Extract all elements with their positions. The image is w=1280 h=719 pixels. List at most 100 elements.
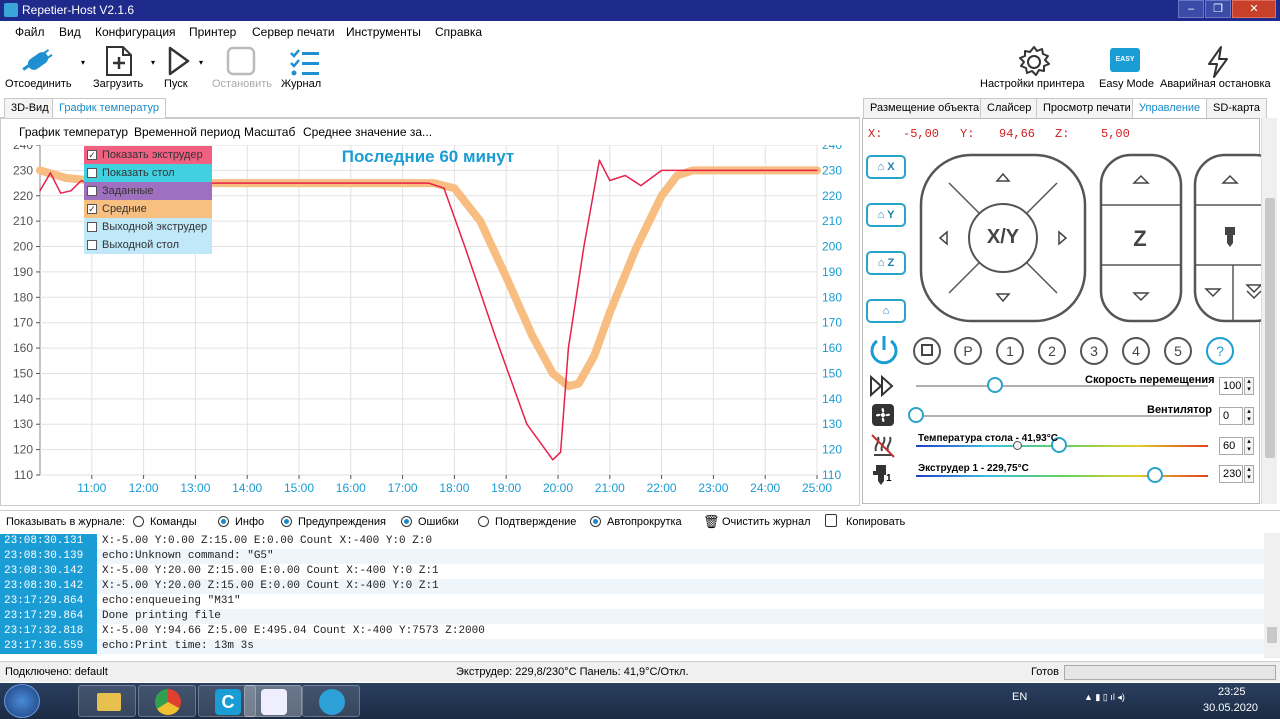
- log-row[interactable]: 23:17:32.818 X:-5.00 Y:94.66 Z:5.00 E:495…: [0, 624, 1264, 639]
- log-row[interactable]: 23:08:30.139 echo:Unknown command: "G5": [0, 549, 1264, 564]
- log-filter-radio[interactable]: [218, 516, 229, 527]
- log-row[interactable]: 23:17:29.864 echo:enqueueing "M31": [0, 594, 1264, 609]
- legend-checkbox[interactable]: [87, 240, 97, 251]
- speed-spinner[interactable]: ▴ ▾: [1244, 377, 1254, 395]
- menu-tools[interactable]: Инструменты: [346, 25, 421, 39]
- legend-checkbox[interactable]: [87, 222, 97, 233]
- menu-print-server[interactable]: Сервер печати: [252, 25, 335, 39]
- power-icon[interactable]: [867, 333, 901, 367]
- preset-p-button[interactable]: P: [954, 337, 982, 365]
- legend-checkbox[interactable]: [87, 186, 97, 197]
- home-z-button[interactable]: ⌂ Z: [866, 251, 906, 275]
- legend-item[interactable]: Выходной стол: [84, 236, 212, 254]
- tab-temperature-chart[interactable]: График температур: [52, 98, 166, 119]
- log-filter-label[interactable]: Ошибки: [418, 516, 459, 528]
- close-button[interactable]: ✕: [1232, 0, 1276, 18]
- tray-icons[interactable]: ▲ ▮ ▯ ıl ◂): [1084, 692, 1125, 703]
- fan-input[interactable]: 0: [1219, 407, 1243, 425]
- preset-3-button[interactable]: 3: [1080, 337, 1108, 365]
- speed-slider-knob[interactable]: [986, 377, 1003, 393]
- log-timestamp: 23:08:30.142: [0, 579, 97, 594]
- tab-control[interactable]: Управление: [1132, 98, 1208, 119]
- log-filter-label[interactable]: Инфо: [235, 516, 264, 528]
- log-scrollbar[interactable]: [1264, 533, 1280, 658]
- fan-spinner[interactable]: ▴ ▾: [1244, 407, 1254, 425]
- extruder-temp-input[interactable]: 230: [1219, 465, 1243, 483]
- log-row[interactable]: 23:17:29.864 Done printing file: [0, 609, 1264, 624]
- maximize-button[interactable]: ❐: [1205, 0, 1231, 18]
- log-filter-radio[interactable]: [133, 516, 144, 527]
- legend-item[interactable]: Заданные: [84, 182, 212, 200]
- preset-4-button[interactable]: 4: [1122, 337, 1150, 365]
- disconnect-dropdown-arrow[interactable]: ▾: [80, 58, 86, 67]
- log-filter-radio[interactable]: [401, 516, 412, 527]
- log-row[interactable]: 23:08:30.131 X:-5.00 Y:0.00 Z:15.00 E:0.0…: [0, 534, 1264, 549]
- chart-menu-temps[interactable]: График температур: [19, 125, 128, 139]
- home-x-button[interactable]: ⌂ X: [866, 155, 906, 179]
- start-button[interactable]: [4, 684, 40, 718]
- log-filter-radio[interactable]: [281, 516, 292, 527]
- chart-menu-scale[interactable]: Масштаб: [244, 125, 295, 139]
- tab-print-preview[interactable]: Просмотр печати: [1036, 98, 1138, 118]
- clear-log-button[interactable]: Очистить журнал: [722, 516, 811, 528]
- preset-5-button[interactable]: 5: [1164, 337, 1192, 365]
- log-filter-radio[interactable]: [590, 516, 601, 527]
- control-scrollbar[interactable]: [1261, 118, 1277, 504]
- menu-view[interactable]: Вид: [59, 25, 81, 39]
- preset-1-button[interactable]: 1: [996, 337, 1024, 365]
- x-tick-label: 23:00: [698, 481, 728, 495]
- chart-menu-average[interactable]: Среднее значение за...: [303, 125, 432, 139]
- menu-help[interactable]: Справка: [435, 25, 482, 39]
- speed-input[interactable]: 100: [1219, 377, 1243, 395]
- bed-temp-spinner[interactable]: ▴ ▾: [1244, 437, 1254, 455]
- tab-object-placement[interactable]: Размещение объекта: [863, 98, 987, 118]
- extruder-jog-pad[interactable]: [1193, 153, 1263, 323]
- legend-item[interactable]: ✓ Средние: [84, 200, 212, 218]
- log-filter-label[interactable]: Автопрокрутка: [607, 516, 682, 528]
- y-tick-label-right: 120: [822, 443, 842, 457]
- menu-file[interactable]: Файл: [15, 25, 45, 39]
- legend-item[interactable]: Показать стол: [84, 164, 212, 182]
- extruder-temp-slider[interactable]: [916, 475, 1208, 477]
- log-filter-label[interactable]: Подтверждение: [495, 516, 576, 528]
- bed-temp-input[interactable]: 60: [1219, 437, 1243, 455]
- home-y-button[interactable]: ⌂ Y: [866, 203, 906, 227]
- taskbar-repetier[interactable]: [244, 685, 302, 717]
- scrollbar-thumb[interactable]: [1265, 198, 1275, 458]
- load-dropdown-arrow[interactable]: ▾: [150, 58, 156, 67]
- cooldown-button[interactable]: [913, 337, 941, 365]
- legend-item[interactable]: ✓ Показать экструдер: [84, 146, 212, 164]
- log-filter-radio[interactable]: [478, 516, 489, 527]
- log-row[interactable]: 23:17:36.559 echo:Print time: 13m 3s: [0, 639, 1264, 654]
- run-dropdown-arrow[interactable]: ▾: [198, 58, 204, 67]
- legend-item[interactable]: Выходной экструдер: [84, 218, 212, 236]
- taskbar-chrome[interactable]: [138, 685, 196, 717]
- taskbar-telegram[interactable]: [302, 685, 360, 717]
- fan-slider-knob[interactable]: [908, 407, 924, 423]
- legend-checkbox[interactable]: [87, 168, 97, 179]
- language-indicator[interactable]: EN: [1012, 691, 1027, 703]
- chart-menu-period[interactable]: Временной период: [134, 125, 240, 139]
- log-row[interactable]: 23:08:30.142 X:-5.00 Y:20.00 Z:15.00 E:0.…: [0, 579, 1264, 594]
- menu-config[interactable]: Конфигурация: [95, 25, 176, 39]
- taskbar-explorer[interactable]: [78, 685, 136, 717]
- legend-checkbox[interactable]: ✓: [87, 204, 97, 215]
- clock-time[interactable]: 23:25: [1218, 686, 1246, 698]
- extruder-temp-knob[interactable]: [1147, 467, 1164, 483]
- menu-printer[interactable]: Принтер: [189, 25, 236, 39]
- log-row[interactable]: 23:08:30.142 X:-5.00 Y:20.00 Z:15.00 E:0.…: [0, 564, 1264, 579]
- log-scrollbar-thumb[interactable]: [1267, 627, 1277, 643]
- tab-3d-view[interactable]: 3D-Вид: [4, 98, 56, 118]
- minimize-button[interactable]: –: [1178, 0, 1204, 18]
- extruder-temp-spinner[interactable]: ▴ ▾: [1244, 465, 1254, 483]
- help-button[interactable]: ?: [1206, 337, 1234, 365]
- log-filter-label[interactable]: Предупреждения: [298, 516, 386, 528]
- legend-checkbox[interactable]: ✓: [87, 150, 97, 161]
- home-all-button[interactable]: ⌂: [866, 299, 906, 323]
- tab-slicer[interactable]: Слайсер: [980, 98, 1039, 118]
- copy-button[interactable]: Копировать: [846, 516, 905, 528]
- clock-date[interactable]: 30.05.2020: [1203, 702, 1258, 714]
- tab-sd-card[interactable]: SD-карта: [1206, 98, 1268, 118]
- preset-2-button[interactable]: 2: [1038, 337, 1066, 365]
- log-filter-label[interactable]: Команды: [150, 516, 197, 528]
